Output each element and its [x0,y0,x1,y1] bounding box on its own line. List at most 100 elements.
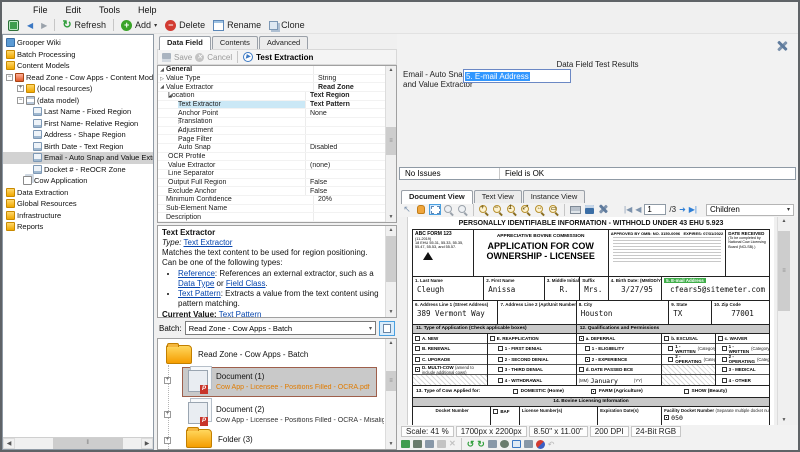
scroll-thumb[interactable]: ≡ [386,127,396,155]
crop-icon[interactable] [512,440,521,448]
property-row-exclude-anchor[interactable]: Exclude AnchorFalse [158,187,385,196]
delete-button[interactable]: −Delete [162,19,208,32]
refresh-button[interactable]: ↻Refresh [59,19,109,31]
expand-icon[interactable]: + [164,377,171,384]
zoom-actual-button[interactable]: 1 [506,204,518,215]
scroll-up-icon[interactable]: ▲ [386,339,396,348]
document-viewer[interactable]: PERSONALLY IDENTIFIABLE INFORMATION - WI… [397,217,798,425]
tab-advanced[interactable]: Advanced [259,36,308,49]
document-page[interactable]: PERSONALLY IDENTIFIABLE INFORMATION - WI… [407,217,774,425]
save-button[interactable]: Save [162,53,192,62]
zoom-in-button[interactable]: + [478,204,490,215]
tree-item-data-extraction[interactable]: Data Extraction [3,187,153,199]
help-type-link[interactable]: Text Extractor [184,238,233,247]
field-value-input[interactable]: 5. E-mail Address [463,69,571,83]
rotate-ccw-icon[interactable]: ↺ [467,440,475,448]
batch-doc2-subtitle[interactable]: Cow App - Licensee - Positions Filled - … [216,417,384,424]
tab-text-view[interactable]: Text View [474,190,522,203]
page-number-input[interactable]: 1 [644,204,666,215]
tree-item-infrastructure[interactable]: Infrastructure [3,210,153,222]
prev-page-button[interactable]: ◀ [635,205,641,214]
field-class-link[interactable]: Field Class [226,279,266,288]
menu-edit[interactable]: Edit [57,4,91,16]
tree-horizontal-scrollbar[interactable]: ◀ ⦀ ▶ [3,437,153,449]
tree-item-first-name[interactable]: First Name- Relative Region [3,118,153,130]
back-button[interactable]: ◀ [24,20,36,31]
tree-item-birth-date[interactable]: Birth Date - Text Region [3,141,153,153]
mirror-icon[interactable] [524,440,533,448]
zoom-window-button[interactable] [443,204,455,215]
flip-icon[interactable] [488,440,497,448]
zoom-out-button[interactable]: − [492,204,504,215]
last-page-button[interactable]: ▶| [689,205,697,214]
children-dropdown[interactable]: Children▾ [706,204,794,216]
current-value-link[interactable]: Text Pattern [219,310,262,317]
scroll-up-icon[interactable]: ▲ [386,226,396,235]
cancel-button[interactable]: ✕Cancel [195,53,232,62]
property-row-description[interactable]: Description [158,213,385,222]
property-row-line-separator[interactable]: Line Separator [158,170,385,179]
scroll-up-icon[interactable]: ▲ [778,217,790,226]
property-grid-scrollbar[interactable]: ▲ ≡ ▼ [385,66,396,222]
text-pattern-link[interactable]: Text Pattern [178,289,221,298]
print-button[interactable] [569,204,581,215]
combo-dropdown-icon[interactable]: ▾ [369,325,372,332]
test-extraction-button[interactable]: ▶Test Extraction [243,52,313,62]
forward-button[interactable]: ▶ [38,20,50,31]
scroll-thumb[interactable]: ⦀ [53,438,123,449]
color-swap-icon[interactable] [536,440,545,449]
tree-item-reports[interactable]: Reports [3,221,153,233]
tab-contents[interactable]: Contents [212,36,258,49]
property-row-translation[interactable]: ▷Translation [158,118,385,127]
rename-button[interactable]: Rename [210,19,264,32]
home-button[interactable] [5,19,22,32]
zoom-page-button[interactable]: ▭ [548,204,560,215]
collapse-icon[interactable]: − [17,97,24,104]
image-export-icon[interactable] [401,440,410,448]
rotate-cw-icon[interactable]: ↻ [477,440,485,448]
zoom-width-button[interactable]: ↔ [534,204,546,215]
pan-tool-button[interactable] [415,204,427,215]
property-row-value-extractor2[interactable]: Value Extractor(none) [158,161,385,170]
menu-file[interactable]: File [24,4,57,16]
property-row-page-filter[interactable]: Page Filter [158,135,385,144]
scroll-down-icon[interactable]: ▼ [386,308,396,317]
tree-item-docket[interactable]: Docket # - ReOCR Zone [3,164,153,176]
property-row-text-extractor[interactable]: ▷Text ExtractorText Pattern [158,101,385,110]
clone-button[interactable]: Clone [266,19,308,31]
invert-icon[interactable] [500,440,509,448]
zoom-fit-button[interactable]: ⤢ [520,204,532,215]
scroll-thumb[interactable]: ≡ [386,371,396,391]
batch-tree-scrollbar[interactable]: ▲ ≡ ▼ [385,339,396,449]
property-row-output-full-region[interactable]: Output Full RegionFalse [158,179,385,188]
document-scrollbar[interactable]: ▲ ≡ ▼ [777,217,790,425]
pointer-tool-button[interactable]: ↖ [401,204,413,215]
property-row-minimum-confidence[interactable]: Minimum Confidence20% [158,196,385,205]
email-field-highlighted[interactable]: 5. E-mail Addresscfears5@sitemeter.com [662,277,769,300]
batch-doc1-title[interactable]: Document (1) [216,372,264,381]
tree-item-content-models[interactable]: Content Models [3,60,153,72]
property-row-location[interactable]: ◢LocationText Region [158,92,385,101]
diagnostics-tools-icon[interactable] [776,40,788,52]
image-adjust-icon[interactable] [413,440,422,448]
data-type-link[interactable]: Data Type [178,279,214,288]
tree-item-email-selected[interactable]: Email - Auto Snap and Value Extractor [3,152,153,164]
viewer-settings-button[interactable] [597,204,609,215]
scroll-thumb[interactable]: ≡ [778,231,790,311]
tab-data-field[interactable]: Data Field [159,36,211,50]
property-row-ocr-profile[interactable]: OCR Profile [158,153,385,162]
menu-help[interactable]: Help [129,4,166,16]
add-dropdown-icon[interactable]: ▾ [154,22,157,29]
reference-link[interactable]: Reference [178,269,215,278]
tree-item-address[interactable]: Address - Shape Region [3,129,153,141]
property-row-auto-snap[interactable]: Auto SnapDisabled [158,144,385,153]
menu-tools[interactable]: Tools [90,4,129,16]
help-scrollbar[interactable]: ▲ ▼ [385,226,396,317]
batch-folder3-title[interactable]: Folder (3) [218,435,253,444]
magnifier-button[interactable] [457,204,469,215]
tree-item-data-model[interactable]: −(data model) [3,95,153,107]
tree-item-cow-application[interactable]: Cow Application [3,175,153,187]
tree-item-last-name[interactable]: Last Name - Fixed Region [3,106,153,118]
expand-icon[interactable]: + [164,411,171,418]
tree-item-global-resources[interactable]: Global Resources [3,198,153,210]
